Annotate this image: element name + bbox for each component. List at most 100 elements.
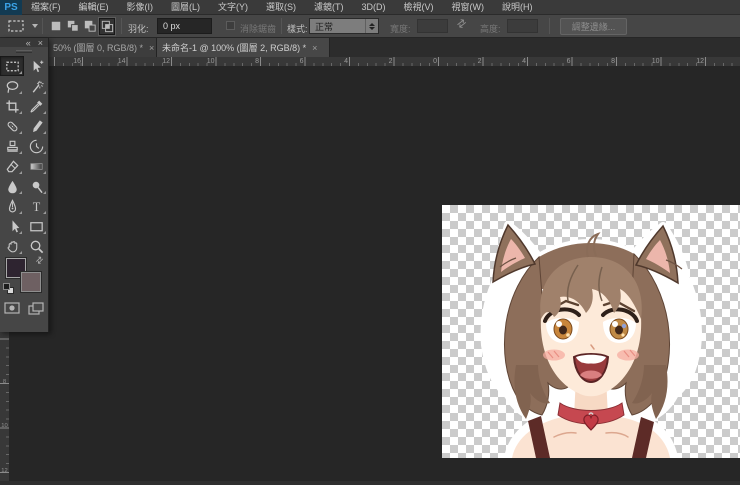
horizontal-ruler[interactable]: 16 14 12 10 8 6 4 2 0 2 4 6 8 10 12 [0, 57, 740, 67]
tool-pen[interactable] [0, 196, 24, 216]
swap-colors-icon[interactable]: ⇄ [33, 254, 46, 267]
cat-girl-artwork [480, 221, 702, 458]
menu-item-8[interactable]: 3D(D) [353, 0, 395, 15]
quick-mask-button[interactable] [0, 298, 24, 318]
flyout-indicator [43, 91, 46, 94]
move-icon [33, 60, 43, 72]
menu-item-2[interactable]: 編輯(E) [70, 0, 118, 15]
flyout-indicator [43, 111, 46, 114]
width-input[interactable] [417, 19, 448, 33]
subtract-from-selection-button[interactable] [82, 18, 98, 35]
tool-magic-wand[interactable] [24, 76, 48, 96]
flyout-indicator [19, 71, 22, 74]
swap-width-height-icon[interactable]: ⇄ [454, 16, 470, 31]
style-label: 樣式: [287, 24, 308, 34]
menu-item-4[interactable]: 圖層(L) [162, 0, 209, 15]
menu-item-1[interactable]: 檔案(F) [22, 0, 70, 15]
tab-close-icon[interactable]: × [312, 43, 317, 53]
flyout-indicator [43, 131, 46, 134]
menu-item-5[interactable]: 文字(Y) [209, 0, 257, 15]
flyout-indicator [43, 191, 46, 194]
vruler-number: 12 [1, 467, 8, 474]
close-panel-icon[interactable]: × [38, 38, 43, 47]
intersect-selection-icon [101, 20, 114, 33]
hruler-number: 10 [651, 58, 660, 65]
refine-edge-button[interactable]: 調整邊緣... [560, 18, 627, 35]
flyout-indicator [19, 111, 22, 114]
type-icon: T [32, 199, 40, 213]
tool-eyedropper[interactable] [24, 96, 48, 116]
brush-icon [32, 119, 43, 132]
flyout-indicator [19, 251, 22, 254]
collapse-panel-icon[interactable]: « [26, 38, 31, 47]
tool-gradient[interactable] [24, 156, 48, 176]
gradient-icon [29, 162, 43, 170]
default-colors-icon[interactable] [3, 283, 15, 295]
antialias-checkbox[interactable] [226, 21, 235, 30]
status-bar [0, 481, 740, 485]
new-selection-button[interactable] [48, 18, 64, 35]
style-dropdown[interactable]: 正常 [309, 18, 379, 34]
style-value: 正常 [315, 21, 334, 32]
hruler-number: 4 [522, 58, 526, 65]
flyout-indicator [43, 211, 46, 214]
tools-panel: « × T ⇄ [0, 38, 49, 332]
document-tab-bar: 50% (圖層 0, RGB/8) * × 未命名-1 @ 100% (圖層 2, … [0, 38, 740, 57]
flyout-indicator [19, 131, 22, 134]
flyout-indicator [19, 171, 22, 174]
hruler-number: 12 [696, 58, 704, 65]
tool-rectangular-marquee[interactable] [0, 56, 24, 76]
panel-grip[interactable] [0, 47, 48, 56]
menu-items: 檔案(F) 編輯(E) 影像(I) 圖層(L) 文字(Y) 選取(S) 濾鏡(T) 3D(D)… [22, 0, 542, 15]
add-to-selection-button[interactable] [65, 18, 81, 35]
menu-item-3[interactable]: 影像(I) [118, 0, 163, 15]
tool-lasso[interactable] [0, 76, 24, 96]
menu-item-7[interactable]: 濾鏡(T) [305, 0, 353, 15]
tool-rectangle-shape[interactable] [24, 216, 48, 236]
history-brush-icon [29, 139, 43, 153]
tool-type[interactable]: T [24, 196, 48, 216]
tool-history-brush[interactable] [24, 136, 48, 156]
document-tab-1[interactable]: 50% (圖層 0, RGB/8) * × [48, 38, 157, 57]
document-canvas[interactable] [442, 205, 740, 458]
tool-preset-picker[interactable] [5, 15, 38, 37]
zoom-icon [30, 240, 43, 253]
intersect-selection-button[interactable] [99, 17, 115, 35]
hruler-number: 2 [388, 58, 393, 65]
menu-item-9[interactable]: 檢視(V) [395, 0, 443, 15]
tab-close-icon[interactable]: × [149, 43, 154, 53]
flyout-indicator [19, 191, 22, 194]
menu-item-6[interactable]: 選取(S) [257, 0, 305, 15]
tool-brush[interactable] [24, 116, 48, 136]
document-tab-2[interactable]: 未命名-1 @ 100% (圖層 2, RGB/8) * × [157, 38, 330, 57]
tool-dodge[interactable] [24, 176, 48, 196]
flyout-indicator [43, 151, 46, 154]
tool-spot-healing-brush[interactable] [0, 116, 24, 136]
tool-clone-stamp[interactable] [0, 136, 24, 156]
menu-item-11[interactable]: 說明(H) [493, 0, 542, 15]
tool-eraser[interactable] [0, 156, 24, 176]
tool-zoom[interactable] [24, 236, 48, 256]
tool-path-selection[interactable] [0, 216, 24, 236]
feather-input[interactable] [157, 18, 212, 34]
height-input[interactable] [507, 19, 538, 33]
menu-item-10[interactable]: 視窗(W) [443, 0, 494, 15]
quick-mask-icon [4, 302, 20, 314]
tool-hand[interactable] [0, 236, 24, 256]
screen-mode-button[interactable] [24, 298, 48, 318]
hruler-number: 8 [255, 58, 259, 65]
tool-crop[interactable] [0, 96, 24, 116]
app-logo[interactable]: PS [0, 0, 22, 15]
hruler-number: 12 [162, 58, 170, 65]
background-color-swatch[interactable] [21, 272, 41, 292]
dodge-icon [32, 181, 42, 193]
hand-icon [7, 240, 17, 252]
magic-wand-icon [32, 80, 44, 93]
flyout-indicator [43, 231, 46, 234]
spinner-arrows-icon [365, 19, 378, 33]
crop-icon [5, 99, 19, 113]
eraser-icon [6, 159, 19, 172]
separator [549, 18, 550, 34]
tool-move[interactable] [24, 56, 48, 76]
tool-blur[interactable] [0, 176, 24, 196]
